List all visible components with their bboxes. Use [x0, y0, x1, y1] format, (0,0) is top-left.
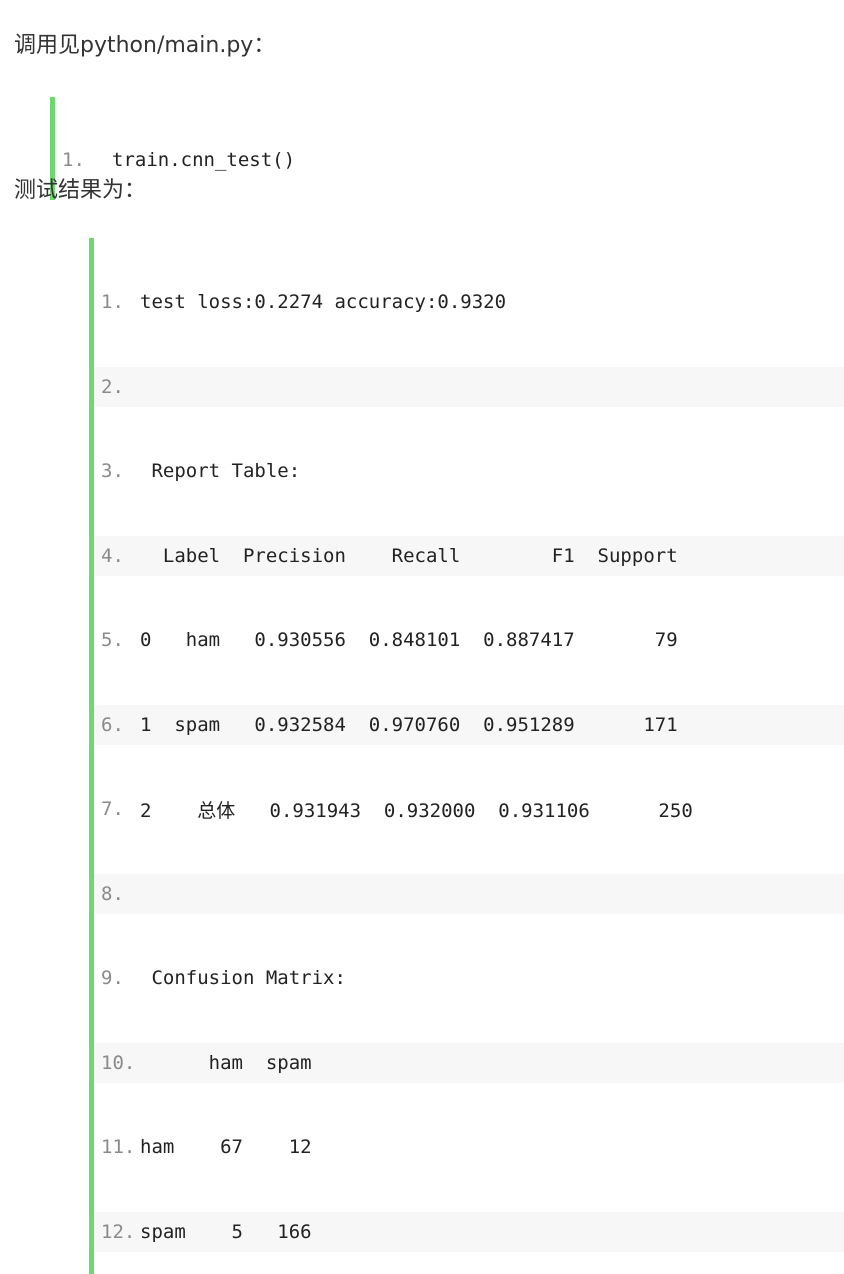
- line-number: 1.: [101, 291, 124, 314]
- code-text: ham 67 12: [140, 1136, 312, 1159]
- code-text: 1 spam 0.932584 0.970760 0.951289 171: [140, 713, 678, 736]
- code-line: 11. ham 67 12: [94, 1127, 844, 1168]
- call-code-block: 1. train.cnn_test(): [50, 97, 844, 200]
- line-number: 1.: [62, 148, 85, 171]
- line-number: 12.: [101, 1220, 136, 1243]
- line-number: 4.: [101, 544, 124, 567]
- code-text: spam 5 166: [140, 1220, 312, 1243]
- line-number: 8.: [101, 882, 124, 905]
- code-line: 1. train.cnn_test(): [55, 141, 844, 178]
- code-text: 0 ham 0.930556 0.848101 0.887417 79: [140, 629, 678, 652]
- line-number: 6.: [101, 713, 124, 736]
- code-line: 1. test loss:0.2274 accuracy:0.9320: [94, 282, 844, 323]
- code-line: 3. Report Table:: [94, 451, 844, 492]
- line-number: 11.: [101, 1136, 136, 1159]
- code-text: train.cnn_test(): [112, 148, 296, 171]
- code-text: ham spam: [140, 1051, 312, 1074]
- code-text: Report Table:: [140, 460, 301, 483]
- result-code-block: 1. test loss:0.2274 accuracy:0.9320 2. 3…: [89, 238, 844, 1274]
- code-line: 4. Label Precision Recall F1 Support: [94, 535, 844, 576]
- result-description: 测试结果为：: [14, 178, 147, 203]
- code-text: test loss:0.2274 accuracy:0.9320: [140, 291, 507, 314]
- call-description: 调用见python/main.py：: [14, 33, 276, 58]
- line-number: 3.: [101, 460, 124, 483]
- line-number: 7.: [101, 798, 124, 821]
- code-text: 2 总体 0.931943 0.932000 0.931106 250: [140, 799, 693, 822]
- code-line: 6. 1 spam 0.932584 0.970760 0.951289 171: [94, 704, 844, 745]
- code-line: 9. Confusion Matrix:: [94, 958, 844, 999]
- code-line: 5. 0 ham 0.930556 0.848101 0.887417 79: [94, 620, 844, 661]
- line-number: 5.: [101, 629, 124, 652]
- code-line: 8.: [94, 873, 844, 914]
- code-line: 12. spam 5 166: [94, 1211, 844, 1252]
- code-line: 10. ham spam: [94, 1042, 844, 1083]
- code-line: 2.: [94, 366, 844, 407]
- line-number: 9.: [101, 967, 124, 990]
- code-text: Label Precision Recall F1 Support: [140, 544, 678, 567]
- code-line: 7. 2 总体 0.931943 0.932000 0.931106 250: [94, 789, 844, 830]
- code-text: Confusion Matrix:: [140, 967, 346, 990]
- line-number: 10.: [101, 1051, 136, 1074]
- line-number: 2.: [101, 375, 124, 398]
